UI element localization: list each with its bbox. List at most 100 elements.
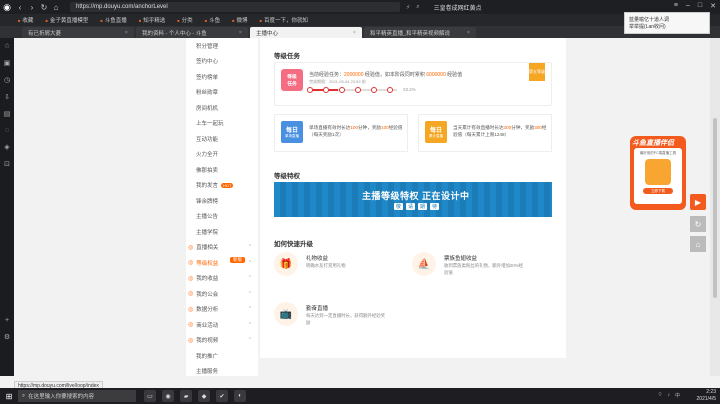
browser-app-icon[interactable]: ◉ xyxy=(162,390,174,402)
menu-item[interactable]: 上车一起玩 xyxy=(186,116,258,132)
promo-download-button[interactable]: 立即下载 xyxy=(643,188,673,194)
menu-item[interactable]: 我的推广 xyxy=(186,348,258,364)
network-icon[interactable]: ⌔ xyxy=(658,392,663,399)
menu-item[interactable]: 火力全开 xyxy=(186,147,258,163)
menu-item[interactable]: 粉丝勋章 xyxy=(186,85,258,101)
window-controls: ≡ – □ ✕ xyxy=(674,2,716,10)
chevron-icon: ⌃ xyxy=(247,337,252,344)
menu-item[interactable]: 主播公告 xyxy=(186,209,258,225)
banner-title-part: 主播等级特权 xyxy=(362,191,420,201)
bookmark-item[interactable]: 金子黄直播模型 xyxy=(45,16,89,24)
browser-tab[interactable]: 我的资料 - 个人中心 - 斗鱼 × xyxy=(136,27,248,38)
lightning-icon[interactable]: ⚡ xyxy=(406,4,410,11)
chat-icon[interactable]: ◌ xyxy=(5,127,9,134)
notification-popup[interactable]: 蓝量喻亿十道人调 举举提(Lan收问) xyxy=(624,12,710,34)
folder-icon[interactable]: ▰ xyxy=(180,390,192,402)
search-icon[interactable]: ⌕ xyxy=(416,4,419,11)
howto-desc: 明确水友打赏用礼物 xyxy=(306,263,346,268)
menu-item[interactable]: 房间机机 xyxy=(186,100,258,116)
taskbar-clock[interactable]: 2:23 2021/4/5 xyxy=(697,389,716,403)
home-float-icon[interactable]: ⌂ xyxy=(690,236,706,252)
chevron-icon: ⌃ xyxy=(247,259,252,266)
game-icon[interactable]: ◈ xyxy=(4,143,9,151)
promo-widget[interactable]: 斗鱼直播伴侣 最好用的PC端直播工具 立即下载 xyxy=(630,136,686,210)
menu-item[interactable]: ◎ 我的视频 ⌃ xyxy=(186,333,258,349)
browser-tab[interactable]: 有已折屑大菱 × xyxy=(22,27,134,38)
menu-item[interactable]: ◎ 直播相关 ⌃ xyxy=(186,240,258,256)
daily-icon-sub: 累计直播 xyxy=(429,134,443,138)
chevron-icon: ⌃ xyxy=(247,306,252,313)
menu-item[interactable]: 积分管理 xyxy=(186,38,258,54)
browser-tab[interactable]: 和平精英直播_和平精英视频解说 × xyxy=(364,27,476,38)
settings-icon[interactable]: ⚙ xyxy=(4,333,10,341)
menu-item[interactable]: ◎ 数据分析 ⌃ xyxy=(186,302,258,318)
notification-line: 蓝量喻亿十道人调 xyxy=(629,17,670,23)
maximize-icon[interactable]: □ xyxy=(698,2,702,10)
gift-icon: 🎁 xyxy=(274,252,298,276)
menu-item[interactable]: 互动功能 xyxy=(186,131,258,147)
menu-item[interactable]: ◎ 商业活动 ⌃ xyxy=(186,317,258,333)
task-view-icon[interactable]: ▭ xyxy=(144,390,156,402)
menu-item[interactable]: 锋余牌榜 xyxy=(186,193,258,209)
refresh-icon[interactable]: ↻ xyxy=(38,3,50,12)
menu-item-label: 上车一起玩 xyxy=(196,121,224,128)
bookmark-item[interactable]: 百度一下，你就知 xyxy=(260,16,308,24)
scrollbar-thumb[interactable] xyxy=(713,118,717,298)
tab-close-icon[interactable]: × xyxy=(353,30,356,36)
shop-icon[interactable]: ⊡ xyxy=(4,160,10,168)
menu-item[interactable]: 签约中心 xyxy=(186,54,258,70)
menu-section-icon: ◎ xyxy=(188,322,194,329)
banner-char: 敬 xyxy=(394,203,404,210)
minimize-icon[interactable]: – xyxy=(686,2,690,10)
tab-close-icon[interactable]: × xyxy=(125,30,128,36)
volume-icon[interactable]: ♪ xyxy=(667,392,670,399)
play-icon[interactable]: ▶ xyxy=(690,194,706,210)
menu-item[interactable]: 佛那拍卖 xyxy=(186,162,258,178)
taskbar-apps: ▭ ◉ ▰ ◆ ✔ ◐ xyxy=(144,390,246,402)
bookmark-item[interactable]: 收藏 xyxy=(18,16,33,24)
menu-icon[interactable]: ≡ xyxy=(674,2,678,10)
menu-item[interactable]: 签约榜单 xyxy=(186,69,258,85)
howto-title: 勤奋直播 xyxy=(306,306,329,312)
bookmark-item[interactable]: 斗鱼直播 xyxy=(100,16,127,24)
bookmark-item[interactable]: 微博 xyxy=(232,16,248,24)
menu-item[interactable]: ◎ 我的收益 ⌃ xyxy=(186,271,258,287)
download-icon[interactable]: ⇩ xyxy=(4,93,10,101)
daily-text-part: 单场直播有效时长达 xyxy=(309,125,351,130)
windows-start-icon[interactable]: ⊞ xyxy=(0,392,18,401)
menu-item[interactable]: 我的发言 HOT xyxy=(186,178,258,194)
address-bar[interactable]: https://mp.douyu.com/anchorLevel xyxy=(70,2,400,12)
app-icon[interactable]: ◆ xyxy=(198,390,210,402)
notes-icon[interactable]: ▤ xyxy=(4,110,11,118)
app-icon[interactable]: ◐ xyxy=(234,390,246,402)
ime-indicator[interactable]: 中 xyxy=(675,392,680,399)
home-icon[interactable]: ⌂ xyxy=(50,3,62,12)
menu-item[interactable]: ◎ 我的公会 ⌃ xyxy=(186,286,258,302)
forward-icon[interactable]: › xyxy=(26,3,38,12)
browser-tab-active[interactable]: 主播中心 × xyxy=(250,27,362,38)
page-scrollbar[interactable] xyxy=(710,38,720,376)
tab-close-icon[interactable]: × xyxy=(467,30,470,36)
menu-item-label: 商业活动 xyxy=(196,322,219,329)
back-icon[interactable]: ‹ xyxy=(14,3,26,12)
page-content: 积分管理签约中心签约榜单 粉丝勋章 房间机机上车一起玩互动功能 火力全开 佛那拍卖 我的发… xyxy=(14,38,710,376)
tab-close-icon[interactable]: × xyxy=(239,30,242,36)
history-icon[interactable]: ◷ xyxy=(4,76,10,84)
menu-item[interactable]: 主播学院 xyxy=(186,224,258,240)
add-icon[interactable]: + xyxy=(5,317,9,324)
menu-item[interactable]: ◎ 等级权益 新版 ⌃ xyxy=(186,255,258,271)
bookmark-item[interactable]: 斗鱼 xyxy=(205,16,220,24)
menu-item[interactable]: 主播服务 xyxy=(186,364,258,377)
star-icon[interactable]: ☆ xyxy=(4,42,10,50)
browser-logo-icon[interactable]: ◉ xyxy=(0,0,14,14)
app-icon[interactable]: ✔ xyxy=(216,390,228,402)
refresh-float-icon[interactable]: ↻ xyxy=(690,216,706,232)
close-icon[interactable]: ✕ xyxy=(710,2,716,10)
taskbar-search[interactable]: ⌕ 在这里输入你要搜索的内容 xyxy=(18,390,136,402)
bookmark-icon[interactable]: ▣ xyxy=(4,59,11,67)
progress-node xyxy=(323,87,329,93)
menu-item-label: 签约中心 xyxy=(196,59,219,66)
bookmark-item[interactable]: 分类 xyxy=(177,16,193,24)
menu-section-icon: ◎ xyxy=(188,291,194,298)
bookmark-item[interactable]: 知乎精选 xyxy=(139,16,165,24)
